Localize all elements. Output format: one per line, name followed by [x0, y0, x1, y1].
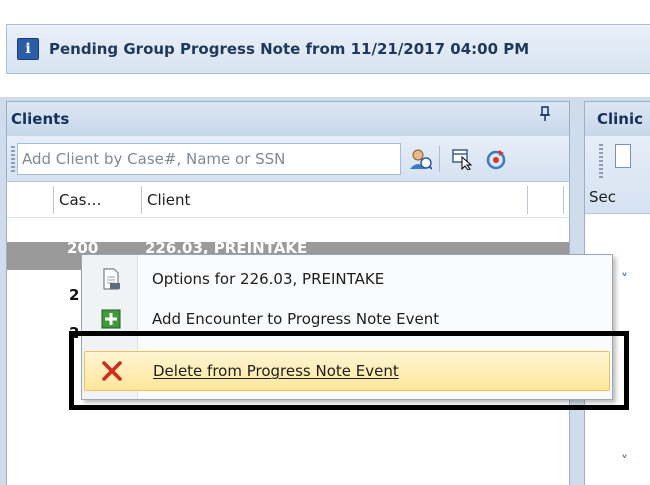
client-grid-header: Cas… Client	[7, 182, 569, 218]
toolbar-grip[interactable]	[11, 146, 15, 172]
info-icon: i	[17, 38, 39, 60]
clients-pane-header: Clients	[7, 102, 569, 136]
chevron-down-icon[interactable]: ˅	[621, 272, 628, 288]
menu-item-add-encounter[interactable]: Add Encounter to Progress Note Event	[84, 299, 610, 339]
column-header-case[interactable]: Cas…	[59, 182, 139, 218]
menu-item-label: Options for 226.03, PREINTAKE	[152, 270, 385, 288]
chevron-down-icon[interactable]: ˅	[621, 454, 628, 470]
document-icon	[84, 268, 138, 290]
clinic-toolbar: Sec	[585, 136, 650, 214]
add-green-icon	[84, 309, 138, 329]
column-header-client[interactable]: Client	[147, 182, 387, 218]
banner-title: Pending Group Progress Note from 11/21/2…	[49, 40, 530, 58]
menu-item-delete[interactable]: Delete from Progress Note Event	[84, 351, 610, 391]
select-cursor-icon[interactable]	[449, 147, 475, 171]
add-client-icon[interactable]	[407, 147, 433, 171]
toolbar-grip[interactable]	[599, 144, 603, 178]
table-row[interactable]: 2	[69, 282, 79, 308]
toolbar-separator	[439, 146, 440, 172]
client-search-input[interactable]	[17, 143, 401, 175]
pin-icon[interactable]	[539, 106, 551, 126]
title-banner: i Pending Group Progress Note from 11/21…	[6, 24, 650, 74]
column-divider	[141, 186, 142, 214]
refresh-icon[interactable]	[483, 147, 509, 171]
column-divider	[563, 186, 564, 214]
clinic-pane-header: Clinic	[585, 102, 650, 136]
menu-item-options[interactable]: Options for 226.03, PREINTAKE	[84, 259, 610, 299]
clients-toolbar	[7, 136, 569, 182]
column-divider	[53, 186, 54, 214]
context-menu: Options for 226.03, PREINTAKE Add Encoun…	[81, 254, 613, 400]
delete-red-x-icon	[85, 360, 139, 382]
menu-item-label: Delete from Progress Note Event	[153, 362, 399, 380]
clients-pane-title: Clients	[11, 110, 70, 128]
section-button-label[interactable]: Sec	[589, 188, 616, 206]
section-icon[interactable]	[615, 144, 631, 168]
menu-item-label: Add Encounter to Progress Note Event	[152, 310, 440, 328]
column-divider	[527, 186, 528, 214]
table-row[interactable]: 2	[69, 320, 79, 346]
clinic-pane-title: Clinic	[597, 110, 644, 128]
